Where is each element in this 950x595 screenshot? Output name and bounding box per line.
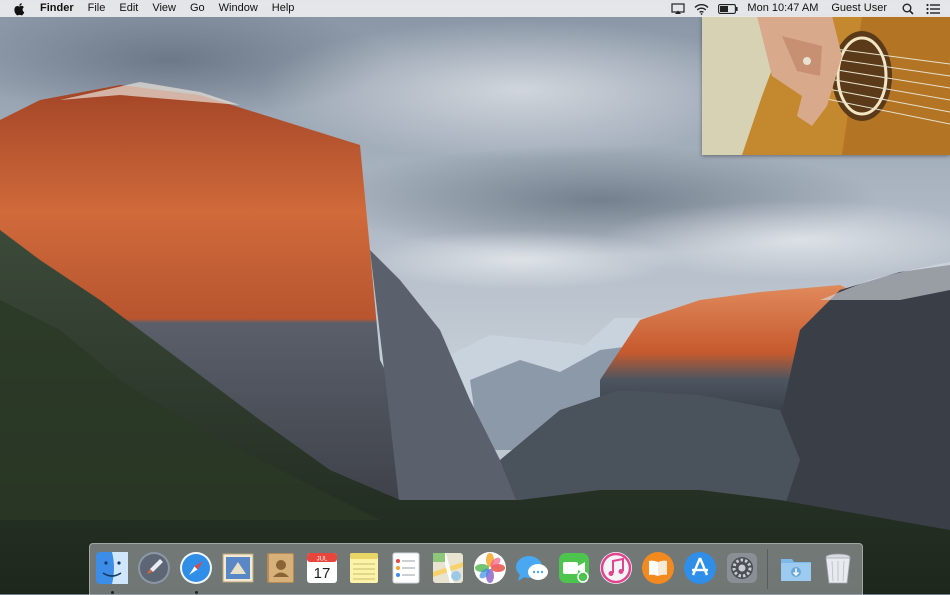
maps-icon[interactable] <box>430 550 466 586</box>
itunes-icon[interactable] <box>598 550 634 586</box>
menu-edit[interactable]: Edit <box>112 0 145 17</box>
apple-menu-icon[interactable] <box>13 2 27 16</box>
calendar-day: 17 <box>314 565 331 582</box>
spotlight-icon[interactable] <box>902 3 914 15</box>
mail-icon[interactable] <box>220 550 256 586</box>
photos-icon[interactable] <box>472 550 508 586</box>
ibooks-icon[interactable] <box>640 550 676 586</box>
notification-center-icon[interactable] <box>926 3 940 15</box>
menu-view[interactable]: View <box>145 0 183 17</box>
dock: JUL 17 <box>89 543 863 595</box>
menu-help[interactable]: Help <box>265 0 302 17</box>
facetime-icon[interactable] <box>556 550 592 586</box>
contacts-icon[interactable] <box>262 550 298 586</box>
trash-icon[interactable] <box>820 550 856 586</box>
user-menu[interactable]: Guest User <box>831 0 887 17</box>
menu-window[interactable]: Window <box>212 0 265 17</box>
battery-icon[interactable] <box>718 3 739 14</box>
safari-icon[interactable] <box>178 550 214 586</box>
menu-go[interactable]: Go <box>183 0 212 17</box>
menu-bar: Finder File Edit View Go Window Help Mon… <box>0 0 950 17</box>
menu-file[interactable]: File <box>81 0 113 17</box>
system-preferences-icon[interactable] <box>724 550 760 586</box>
app-menu-finder[interactable]: Finder <box>40 0 81 17</box>
messages-icon[interactable] <box>514 550 550 586</box>
calendar-icon[interactable]: JUL 17 <box>304 550 340 586</box>
reminders-icon[interactable] <box>388 550 424 586</box>
downloads-folder-icon[interactable] <box>778 550 814 586</box>
airplay-icon[interactable] <box>671 2 686 15</box>
calendar-month: JUL <box>317 557 328 563</box>
launchpad-icon[interactable] <box>136 550 172 586</box>
menu-clock[interactable]: Mon 10:47 AM <box>747 0 818 17</box>
picture-in-picture-video[interactable] <box>702 16 950 155</box>
dock-separator <box>767 549 768 589</box>
app-store-icon[interactable] <box>682 550 718 586</box>
wifi-icon[interactable] <box>694 3 709 15</box>
notes-icon[interactable] <box>346 550 382 586</box>
finder-icon[interactable] <box>94 550 130 586</box>
